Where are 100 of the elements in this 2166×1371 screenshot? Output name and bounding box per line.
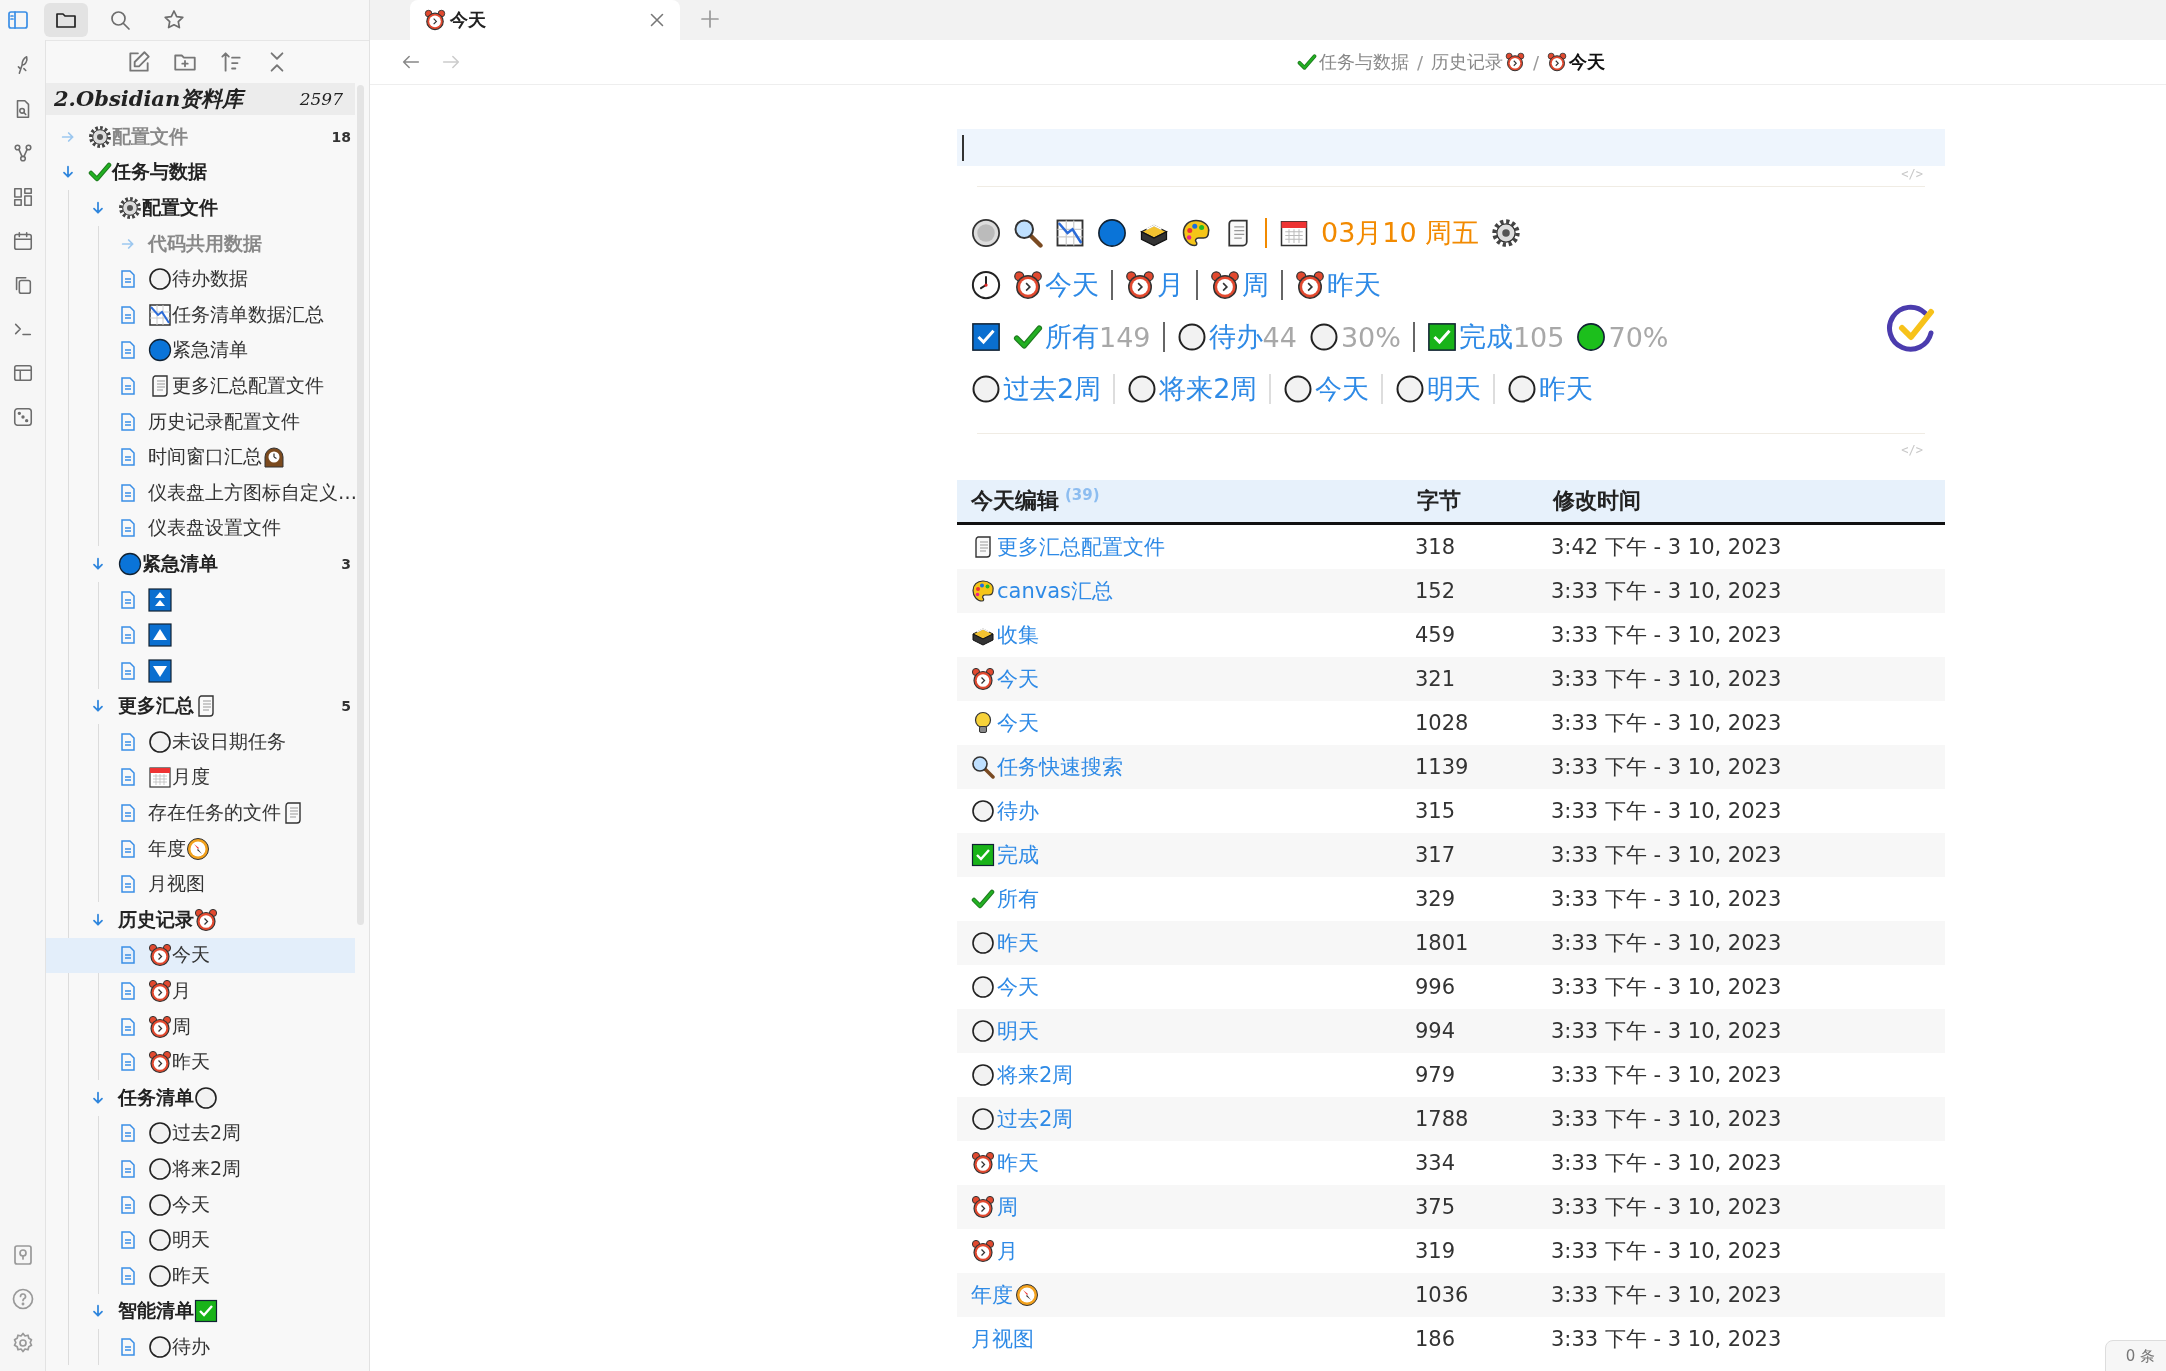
file-item[interactable]: 将来2周: [46, 1151, 355, 1187]
graph-icon[interactable]: [11, 142, 34, 164]
expanded-arrow-icon[interactable]: [90, 911, 106, 928]
file-item[interactable]: 周: [46, 1008, 355, 1045]
file-item[interactable]: 仪表盘设置文件: [46, 510, 355, 547]
file-item[interactable]: 仪表盘上方图标自定义…: [46, 474, 355, 511]
breadcrumb-item[interactable]: 今天: [1547, 50, 1606, 74]
dashboard-link[interactable]: 昨天: [1507, 371, 1594, 407]
note-link[interactable]: 今天: [997, 709, 1039, 737]
table-cell-text: 3:33 下午 - 3 10, 2023: [1550, 1326, 1783, 1353]
file-icon: [120, 1053, 136, 1072]
file-item[interactable]: 待办: [46, 1329, 355, 1365]
search-icon[interactable]: [1013, 218, 1043, 248]
dice-icon[interactable]: [11, 406, 34, 428]
folder-item[interactable]: 任务与数据: [46, 154, 355, 191]
table-cell-text: 329: [1414, 887, 1457, 911]
file-icon: [120, 732, 136, 751]
folder-item[interactable]: 历史记录: [46, 902, 355, 938]
table-cell-text: 375: [1414, 1195, 1457, 1219]
file-item[interactable]: 历史记录配置文件: [46, 403, 355, 440]
file-item[interactable]: 存在任务的文件: [46, 795, 355, 831]
table-cell-text: 321: [1414, 667, 1457, 691]
note-link[interactable]: 月视图: [971, 1325, 1034, 1353]
folder-item[interactable]: 智能清单: [46, 1293, 355, 1330]
palette-icon[interactable]: [1181, 218, 1211, 248]
file-item[interactable]: 明天: [46, 1222, 355, 1258]
dashboard-link[interactable]: 完成: [1426, 319, 1513, 355]
sidebar-tab[interactable]: [44, 3, 88, 37]
expanded-arrow-icon[interactable]: [90, 555, 106, 572]
expanded-arrow-icon[interactable]: [90, 200, 106, 216]
expanded-arrow-icon[interactable]: [90, 1089, 106, 1106]
circle-icon: [148, 1192, 172, 1217]
folder-item[interactable]: 配置文件 18: [46, 119, 355, 155]
table-cell-text: 3:33 下午 - 3 10, 2023: [1550, 1194, 1783, 1221]
dashboard-link[interactable]: 今天: [1013, 267, 1099, 303]
file-item[interactable]: 过去2周: [46, 1115, 355, 1152]
note-link[interactable]: 收集: [997, 621, 1039, 649]
dot-icon[interactable]: [1097, 218, 1127, 248]
file-item[interactable]: 紧急清单: [46, 332, 355, 369]
file-item[interactable]: 今天: [46, 1186, 355, 1223]
note-link[interactable]: 待办: [997, 797, 1039, 825]
file-item[interactable]: 任务清单数据汇总: [46, 296, 355, 333]
tab[interactable]: 今天: [410, 0, 680, 40]
grid-icon[interactable]: [11, 186, 34, 208]
folder-item[interactable]: 紧急清单 3: [46, 546, 355, 582]
note-link[interactable]: 昨天: [997, 1149, 1039, 1177]
breadcrumb-item[interactable]: 历史记录: [1431, 50, 1525, 74]
chart-icon[interactable]: [1055, 218, 1085, 248]
file-item[interactable]: 年度: [46, 830, 355, 867]
compass-icon: [1015, 1283, 1039, 1307]
file-item[interactable]: 月视图: [46, 866, 355, 903]
table-cell-text: 3:33 下午 - 3 10, 2023: [1550, 1282, 1783, 1309]
note-link[interactable]: 月: [997, 1237, 1018, 1265]
file-item[interactable]: 昨天: [46, 1258, 355, 1294]
vault-header[interactable]: 2.Obsidian资料库 2597: [46, 83, 355, 115]
file-item[interactable]: 今天: [46, 937, 355, 974]
note-link[interactable]: 更多汇总配置文件: [997, 533, 1165, 561]
folder-item[interactable]: 配置文件: [46, 190, 355, 226]
dashboard-link[interactable]: 月: [1125, 267, 1184, 303]
note-link[interactable]: 将来2周: [997, 1061, 1074, 1089]
alarm-clock-icon: [424, 9, 446, 31]
breadcrumb-item[interactable]: 任务与数据: [1296, 50, 1409, 74]
circle-icon: [148, 1157, 172, 1181]
file-item[interactable]: 昨天: [46, 1044, 355, 1081]
palette-icon: [971, 579, 995, 603]
circle-icon[interactable]: [971, 218, 1001, 248]
clock-icon[interactable]: [971, 270, 1001, 300]
file-icon: [120, 519, 136, 538]
file-icon: [120, 1266, 136, 1285]
file-item[interactable]: 时间窗口汇总: [46, 439, 355, 475]
note-link[interactable]: 今天: [997, 973, 1039, 1001]
dashboard-link[interactable]: 将来2周: [1127, 371, 1258, 407]
dashboard-link[interactable]: 过去2周: [971, 371, 1102, 407]
layout-icon[interactable]: [11, 362, 34, 384]
sidebar-toggle-icon[interactable]: [6, 8, 30, 32]
dashboard-link[interactable]: 昨天: [1295, 267, 1381, 303]
calendar-icon[interactable]: [1279, 218, 1309, 248]
folder-item[interactable]: 更多汇总 5: [46, 688, 355, 725]
dashboard-link[interactable]: 所有: [1013, 319, 1099, 355]
table-cell-text: 317: [1414, 843, 1457, 867]
note-link[interactable]: 所有: [997, 885, 1039, 913]
file-item[interactable]: 更多汇总配置文件: [46, 368, 355, 404]
dashboard-link[interactable]: 今天: [1283, 371, 1370, 407]
dashboard-link[interactable]: 周: [1210, 267, 1269, 303]
dashboard-link[interactable]: 明天: [1395, 371, 1482, 407]
file-icon: [120, 1160, 136, 1178]
file-item[interactable]: 月度: [46, 759, 355, 796]
item-count: 5: [341, 698, 352, 715]
dashboard-link[interactable]: 待办: [1176, 319, 1263, 355]
folder-item[interactable]: 任务清单: [46, 1080, 355, 1116]
file-item[interactable]: 未设日期任务: [46, 724, 355, 760]
file-item[interactable]: 待办数据: [46, 261, 355, 297]
file-item[interactable]: 月: [46, 973, 355, 1009]
help-icon[interactable]: [10, 1287, 35, 1311]
dot-icon: [118, 551, 142, 576]
circle-icon: [971, 1107, 995, 1131]
input-field[interactable]: [957, 129, 1945, 166]
checkbox-icon[interactable]: [971, 322, 1001, 352]
gear-icon[interactable]: [1491, 218, 1522, 248]
alarm-clock-icon: [1295, 270, 1325, 300]
